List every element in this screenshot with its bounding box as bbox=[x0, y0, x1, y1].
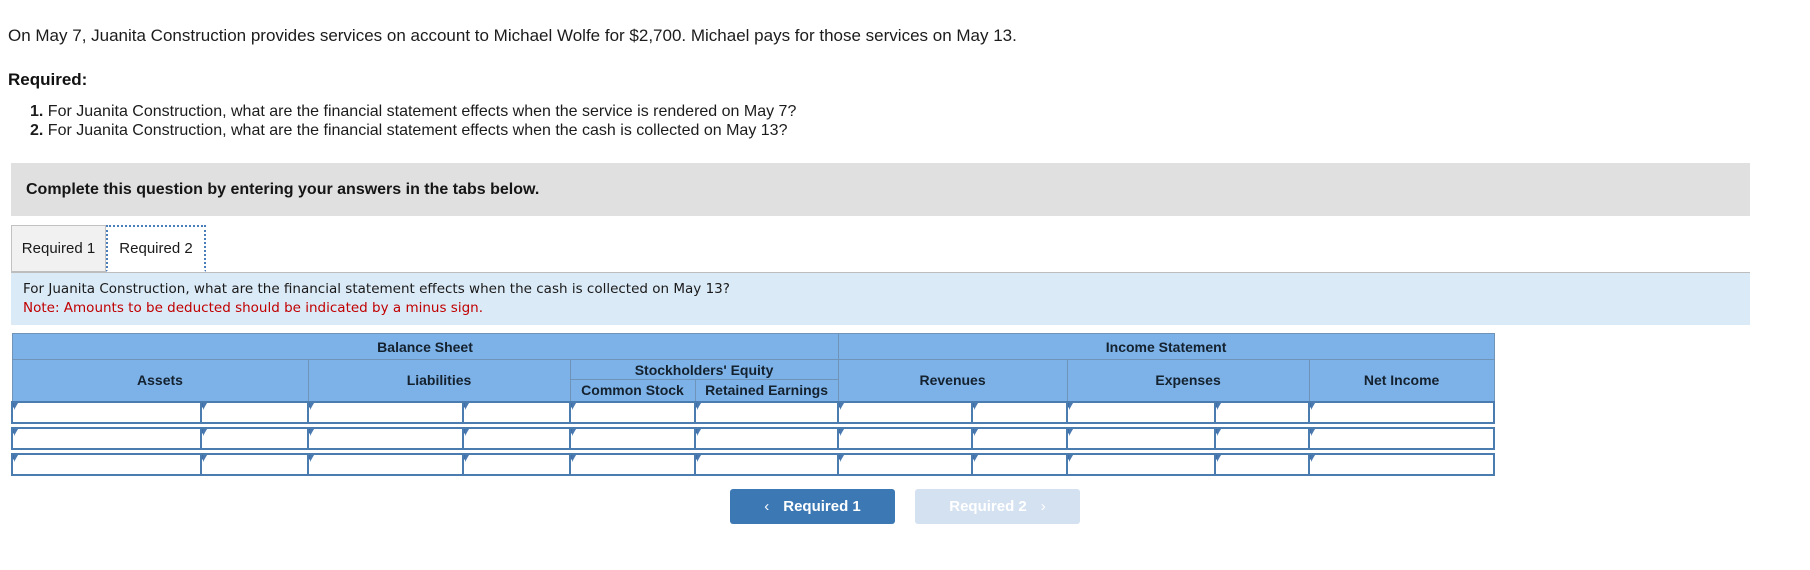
financial-effects-table: Balance Sheet Income Statement Assets Li… bbox=[11, 333, 1496, 476]
table-row bbox=[11, 452, 1496, 476]
requirements-list: 1. For Juanita Construction, what are th… bbox=[30, 102, 796, 140]
cell-expenses-label-row1[interactable] bbox=[1214, 400, 1311, 424]
column-header-liabilities: Liabilities bbox=[307, 359, 571, 402]
column-header-expenses: Expenses bbox=[1066, 359, 1310, 402]
tab-required-2[interactable]: Required 2 bbox=[106, 225, 206, 272]
instruction-banner: Complete this question by entering your … bbox=[11, 163, 1750, 216]
cell-liabilities-label-row1[interactable] bbox=[462, 400, 571, 424]
cell-expenses-label-row2[interactable] bbox=[1214, 426, 1311, 450]
group-header-income-statement: Income Statement bbox=[837, 333, 1495, 360]
cell-revenues-label-row1[interactable] bbox=[971, 400, 1069, 424]
cell-retained-earnings-row1[interactable] bbox=[693, 400, 840, 424]
cell-revenues-label-row2[interactable] bbox=[971, 426, 1069, 450]
cell-liabilities-amount-row3[interactable] bbox=[307, 452, 464, 476]
instruction-banner-text: Complete this question by entering your … bbox=[26, 180, 540, 198]
requirement-number: 2. bbox=[30, 122, 44, 139]
cell-assets-label-row2[interactable] bbox=[200, 426, 309, 450]
requirement-text: For Juanita Construction, what are the f… bbox=[47, 103, 797, 120]
cell-common-stock-row3[interactable] bbox=[569, 452, 696, 476]
cell-net-income-row1[interactable] bbox=[1308, 400, 1496, 424]
cell-assets-amount-row1[interactable] bbox=[11, 400, 202, 424]
cell-assets-label-row3[interactable] bbox=[200, 452, 309, 476]
column-header-stockholders-equity: Stockholders' Equity bbox=[569, 359, 839, 380]
chevron-right-icon: › bbox=[1040, 498, 1046, 515]
requirement-text: For Juanita Construction, what are the f… bbox=[47, 122, 788, 139]
table-row bbox=[11, 400, 1496, 424]
cell-revenues-amount-row2[interactable] bbox=[837, 426, 974, 450]
cell-assets-label-row1[interactable] bbox=[200, 400, 309, 424]
cell-expenses-amount-row1[interactable] bbox=[1066, 400, 1217, 424]
prev-required-1-button[interactable]: ‹ Required 1 bbox=[730, 489, 895, 524]
question-info-banner: For Juanita Construction, what are the f… bbox=[11, 273, 1750, 325]
cell-assets-amount-row3[interactable] bbox=[11, 452, 202, 476]
tab-required-2-label: Required 2 bbox=[119, 240, 193, 257]
cell-assets-amount-row2[interactable] bbox=[11, 426, 202, 450]
chevron-left-icon: ‹ bbox=[764, 498, 770, 515]
cell-net-income-row3[interactable] bbox=[1308, 452, 1496, 476]
tab-required-1[interactable]: Required 1 bbox=[11, 225, 106, 272]
cell-revenues-label-row3[interactable] bbox=[971, 452, 1069, 476]
next-required-2-label: Required 2 bbox=[949, 498, 1027, 515]
deduction-note: Note: Amounts to be deducted should be i… bbox=[23, 300, 483, 316]
column-header-retained-earnings: Retained Earnings bbox=[694, 379, 839, 402]
cell-net-income-row2[interactable] bbox=[1308, 426, 1496, 450]
requirement-item: 2. For Juanita Construction, what are th… bbox=[30, 121, 796, 140]
cell-common-stock-row2[interactable] bbox=[569, 426, 696, 450]
question-prompt: For Juanita Construction, what are the f… bbox=[23, 281, 730, 297]
requirement-item: 1. For Juanita Construction, what are th… bbox=[30, 102, 796, 121]
cell-common-stock-row1[interactable] bbox=[569, 400, 696, 424]
required-label: Required: bbox=[8, 70, 88, 89]
next-required-2-button[interactable]: Required 2 › bbox=[915, 489, 1080, 524]
column-header-net-income: Net Income bbox=[1308, 359, 1495, 402]
cell-revenues-amount-row3[interactable] bbox=[837, 452, 974, 476]
cell-liabilities-label-row2[interactable] bbox=[462, 426, 571, 450]
tab-strip: Required 1 Required 2 bbox=[11, 225, 1750, 273]
cell-expenses-amount-row2[interactable] bbox=[1066, 426, 1217, 450]
table-row bbox=[11, 426, 1496, 450]
question-page: On May 7, Juanita Construction provides … bbox=[0, 0, 1810, 570]
prev-required-1-label: Required 1 bbox=[783, 498, 861, 515]
cell-revenues-amount-row1[interactable] bbox=[837, 400, 974, 424]
cell-retained-earnings-row3[interactable] bbox=[693, 452, 840, 476]
effects-grid: Balance Sheet Income Statement Assets Li… bbox=[11, 333, 1496, 476]
requirement-number: 1. bbox=[30, 103, 44, 120]
column-header-common-stock: Common Stock bbox=[569, 379, 696, 402]
navigation-buttons: ‹ Required 1 Required 2 › bbox=[0, 489, 1810, 524]
effects-grid-body bbox=[11, 400, 1496, 476]
cell-liabilities-amount-row1[interactable] bbox=[307, 400, 464, 424]
group-header-balance-sheet: Balance Sheet bbox=[11, 333, 839, 360]
problem-statement: On May 7, Juanita Construction provides … bbox=[8, 26, 1017, 45]
tab-required-1-label: Required 1 bbox=[21, 240, 96, 257]
column-header-revenues: Revenues bbox=[837, 359, 1068, 402]
column-header-assets: Assets bbox=[11, 359, 309, 402]
cell-expenses-label-row3[interactable] bbox=[1214, 452, 1311, 476]
cell-liabilities-label-row3[interactable] bbox=[462, 452, 571, 476]
cell-liabilities-amount-row2[interactable] bbox=[307, 426, 464, 450]
cell-expenses-amount-row3[interactable] bbox=[1066, 452, 1217, 476]
cell-retained-earnings-row2[interactable] bbox=[693, 426, 840, 450]
